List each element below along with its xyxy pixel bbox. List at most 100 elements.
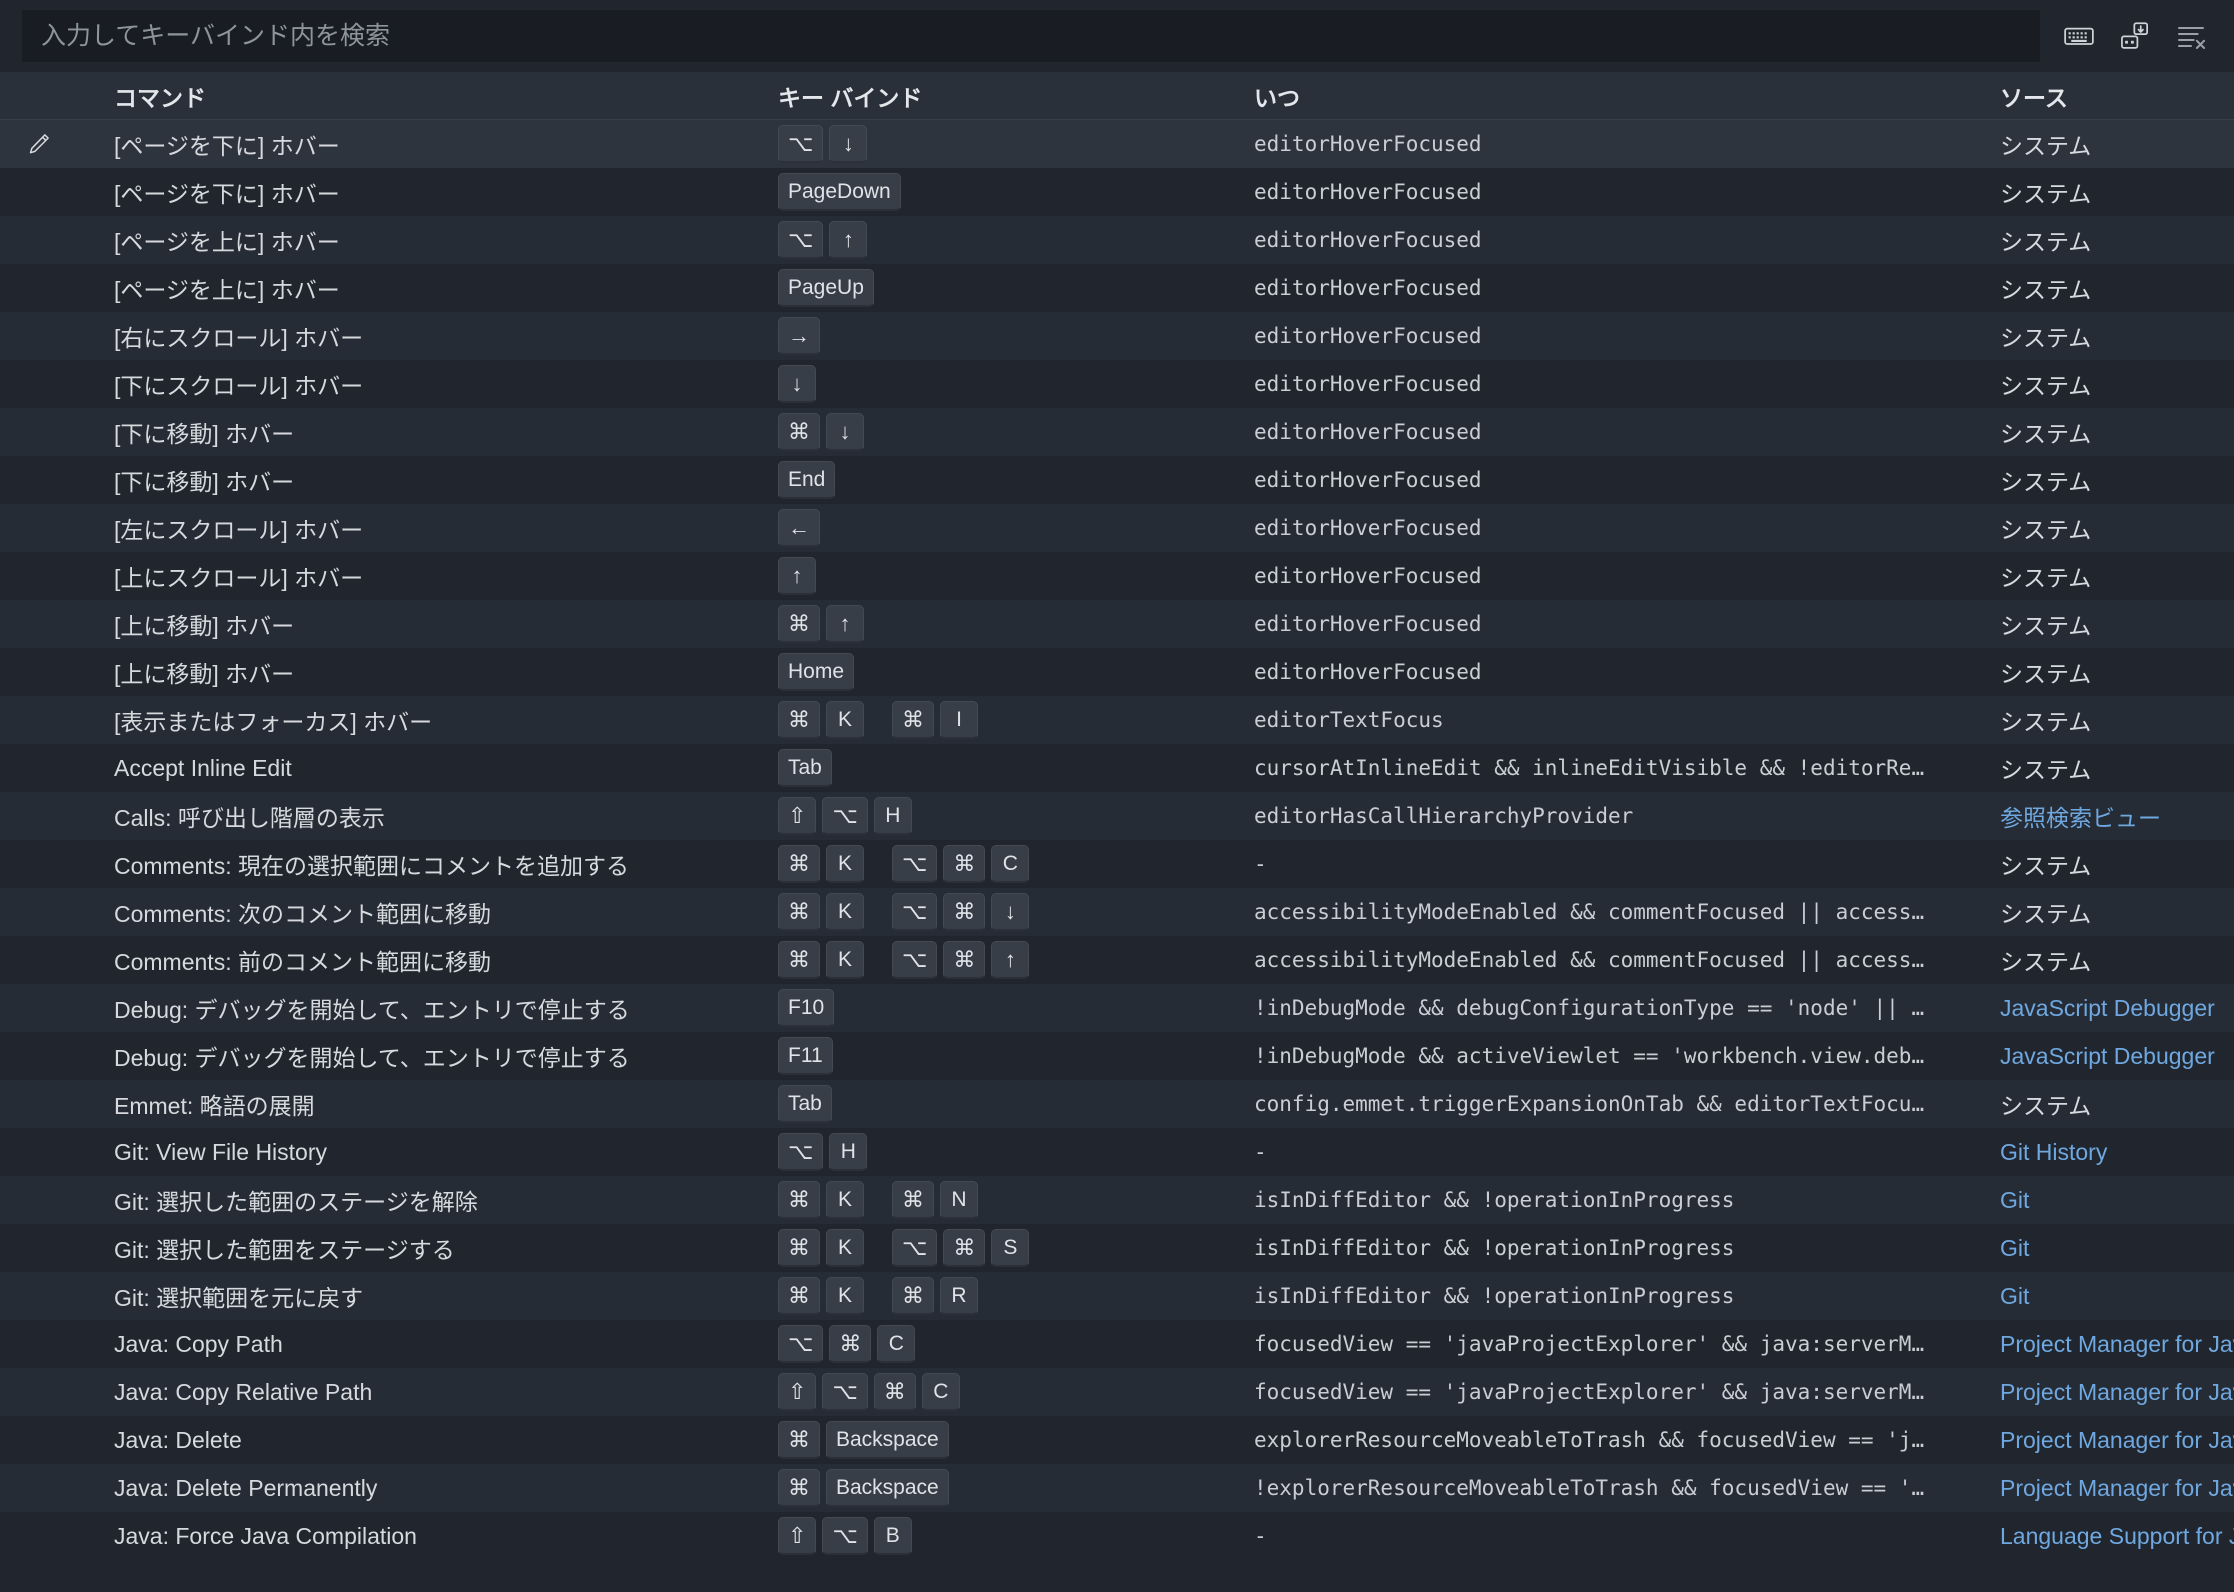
table-row[interactable]: Debug: デバッグを開始して、エントリで停止する F10 !inDebugMod…: [0, 984, 2234, 1032]
table-row[interactable]: [右にスクロール] ホバー → editorHoverFocused システム: [0, 312, 2234, 360]
column-header-keybinding[interactable]: キー バインド: [758, 79, 1218, 113]
keybinding-chips: ⌘ ↑: [778, 605, 864, 643]
cell-when: focusedView == 'javaProjectExplorer' && …: [1254, 1332, 1925, 1356]
key-chip: ⌘: [778, 413, 820, 451]
cell-source-link[interactable]: Git: [1978, 1224, 2234, 1272]
cell-keybinding: ⌘ K ⌥ ⌘ ↑: [758, 936, 1218, 984]
table-row[interactable]: Java: Copy Path ⌥ ⌘ CfocusedView == 'javaPr…: [0, 1320, 2234, 1368]
table-row[interactable]: Java: Copy Relative Path ⇧ ⌥ ⌘ CfocusedView …: [0, 1368, 2234, 1416]
cell-command: Java: Delete Permanently: [114, 1474, 378, 1501]
column-header-when[interactable]: いつ: [1218, 79, 1978, 113]
table-row[interactable]: Comments: 現在の選択範囲にコメントを追加する ⌘ K ⌥ ⌘ C - システム: [0, 840, 2234, 888]
cell-source-link[interactable]: Git History: [1978, 1128, 2234, 1176]
key-chip: S: [991, 1229, 1030, 1267]
cell-when: editorHasCallHierarchyProvider: [1254, 804, 1634, 828]
cell-when: editorHoverFocused: [1254, 612, 1482, 636]
cell-source: システム: [2000, 277, 2092, 303]
table-row[interactable]: Java: Delete Permanently ⌘ Backspace !explo…: [0, 1464, 2234, 1512]
keybinding-chips: ⌘ K ⌘ N: [778, 1181, 978, 1219]
table-row[interactable]: Git: View File History ⌥ H - Git History: [0, 1128, 2234, 1176]
key-chip: Home: [778, 653, 855, 691]
edit-pencil-icon[interactable]: [0, 131, 78, 157]
cell-command: [ページを下に] ホバー: [114, 181, 340, 207]
cell-keybinding: ⌘ K ⌘ R: [758, 1272, 1218, 1320]
cell-when: editorHoverFocused: [1254, 516, 1482, 540]
table-row[interactable]: [下に移動] ホバー ⌘ ↓ editorHoverFocused システム: [0, 408, 2234, 456]
keybinding-chips: ⌘ ↓: [778, 413, 864, 451]
cell-when: isInDiffEditor && !operationInProgress: [1254, 1236, 1735, 1260]
cell-source-link[interactable]: JavaScript Debugger: [1978, 1032, 2234, 1080]
key-chip: Backspace: [826, 1421, 949, 1459]
cell-keybinding: PageDown: [758, 168, 1218, 216]
key-chip: ⌘: [829, 1325, 872, 1363]
cell-keybinding: End: [758, 456, 1218, 504]
key-chip: ↓: [778, 365, 816, 403]
keybinding-chips: PageUp: [778, 269, 874, 307]
clear-filter-icon[interactable]: [2174, 19, 2208, 53]
cell-source: システム: [2000, 133, 2092, 159]
cell-when: editorHoverFocused: [1254, 276, 1482, 300]
table-row[interactable]: Git: 選択した範囲をステージする ⌘ K ⌥ ⌘ SisInDiffEditor &&…: [0, 1224, 2234, 1272]
table-row[interactable]: Java: Force Java Compilation ⇧ ⌥ B - Language…: [0, 1512, 2234, 1560]
key-chip: ⌘: [892, 701, 934, 739]
table-row[interactable]: [下に移動] ホバー End editorHoverFocused システム: [0, 456, 2234, 504]
table-row[interactable]: [左にスクロール] ホバー ← editorHoverFocused システム: [0, 504, 2234, 552]
cell-command: Git: View File History: [114, 1138, 328, 1165]
cell-keybinding: ⌥ H: [758, 1128, 1218, 1176]
cell-keybinding: ⌘ K ⌥ ⌘ S: [758, 1224, 1218, 1272]
cell-keybinding: ↓: [758, 360, 1218, 408]
cell-source-link[interactable]: JavaScript Debugger: [1978, 984, 2234, 1032]
cell-source-link[interactable]: Project Manager for Java: [1978, 1416, 2234, 1464]
table-row[interactable]: Git: 選択した範囲のステージを解除 ⌘ K ⌘ NisInDiffEditor &&…: [0, 1176, 2234, 1224]
cell-source: システム: [2000, 853, 2092, 879]
key-chip: ↓: [829, 125, 868, 163]
key-chip: ⌘: [778, 605, 820, 643]
key-chip: ⌥: [892, 1229, 938, 1267]
cell-source-link[interactable]: 参照検索ビュー: [1978, 792, 2234, 840]
column-header-source[interactable]: ソース: [1978, 79, 2234, 113]
table-row[interactable]: Comments: 次のコメント範囲に移動 ⌘ K ⌥ ⌘ ↓ accessibilityM…: [0, 888, 2234, 936]
keybinding-chips: ⌥ ↓: [778, 125, 868, 163]
keybinding-chips: ⌘ K ⌘ R: [778, 1277, 978, 1315]
table-row[interactable]: [上に移動] ホバー Home editorHoverFocused システム: [0, 648, 2234, 696]
cell-source-link[interactable]: Project Manager for Java: [1978, 1368, 2234, 1416]
table-row[interactable]: [表示またはフォーカス] ホバー ⌘ K ⌘ IeditorTextFocus システム: [0, 696, 2234, 744]
keybinding-chips: ←: [778, 509, 820, 547]
key-chip: ⌘: [778, 701, 820, 739]
search-input[interactable]: [22, 10, 2040, 62]
cell-source-link[interactable]: Language Support for Java: [1978, 1512, 2234, 1560]
keybinding-chips: Tab: [778, 749, 832, 787]
table-row[interactable]: Calls: 呼び出し階層の表示 ⇧ ⌥ HeditorHasCallHierarch…: [0, 792, 2234, 840]
table-row[interactable]: Debug: デバッグを開始して、エントリで停止する F11 !inDebugMod…: [0, 1032, 2234, 1080]
cell-source-link[interactable]: Project Manager for Java: [1978, 1320, 2234, 1368]
cell-source-link[interactable]: Git: [1978, 1176, 2234, 1224]
table-row[interactable]: Comments: 前のコメント範囲に移動 ⌘ K ⌥ ⌘ ↑ accessibilityM…: [0, 936, 2234, 984]
table-row[interactable]: [上にスクロール] ホバー ↑ editorHoverFocused システム: [0, 552, 2234, 600]
table-row[interactable]: [ページを上に] ホバー ⌥ ↑ editorHoverFocused システム: [0, 216, 2234, 264]
cell-keybinding: →: [758, 312, 1218, 360]
table-row[interactable]: [上に移動] ホバー ⌘ ↑ editorHoverFocused システム: [0, 600, 2234, 648]
key-chip: ⌥: [892, 845, 938, 883]
table-row[interactable]: Emmet: 略語の展開 Tab config.emmet.triggerExpan…: [0, 1080, 2234, 1128]
key-chip: ↑: [778, 557, 816, 595]
cell-when: accessibilityModeEnabled && commentFocus…: [1254, 900, 1925, 924]
key-chip: ⇧: [778, 1373, 817, 1411]
keyboard-icon[interactable]: [2062, 19, 2096, 53]
cell-source-link[interactable]: Project Manager for Java: [1978, 1464, 2234, 1512]
table-row[interactable]: Java: Delete ⌘ Backspace explorerResourceMo…: [0, 1416, 2234, 1464]
key-chip: C: [991, 845, 1030, 883]
table-row[interactable]: [ページを上に] ホバー PageUp editorHoverFocused システム: [0, 264, 2234, 312]
cell-source: システム: [2000, 901, 2092, 927]
table-row[interactable]: Accept Inline Edit Tab cursorAtInlineEdit …: [0, 744, 2234, 792]
table-row[interactable]: [ページを下に] ホバー ⌥ ↓ editorHoverFocused システム: [0, 120, 2234, 168]
column-header-command[interactable]: コマンド: [78, 79, 758, 113]
cell-source-link[interactable]: Git: [1978, 1272, 2234, 1320]
key-chip: H: [873, 797, 912, 835]
table-row[interactable]: [下にスクロール] ホバー ↓ editorHoverFocused システム: [0, 360, 2234, 408]
table-row[interactable]: [ページを下に] ホバー PageDown editorHoverFocused シス…: [0, 168, 2234, 216]
cell-source: システム: [2000, 373, 2092, 399]
table-row[interactable]: Git: 選択範囲を元に戻す ⌘ K ⌘ RisInDiffEditor && !ope…: [0, 1272, 2234, 1320]
record-keys-icon[interactable]: [2118, 19, 2152, 53]
cell-keybinding: ←: [758, 504, 1218, 552]
key-chip: K: [826, 1277, 864, 1315]
